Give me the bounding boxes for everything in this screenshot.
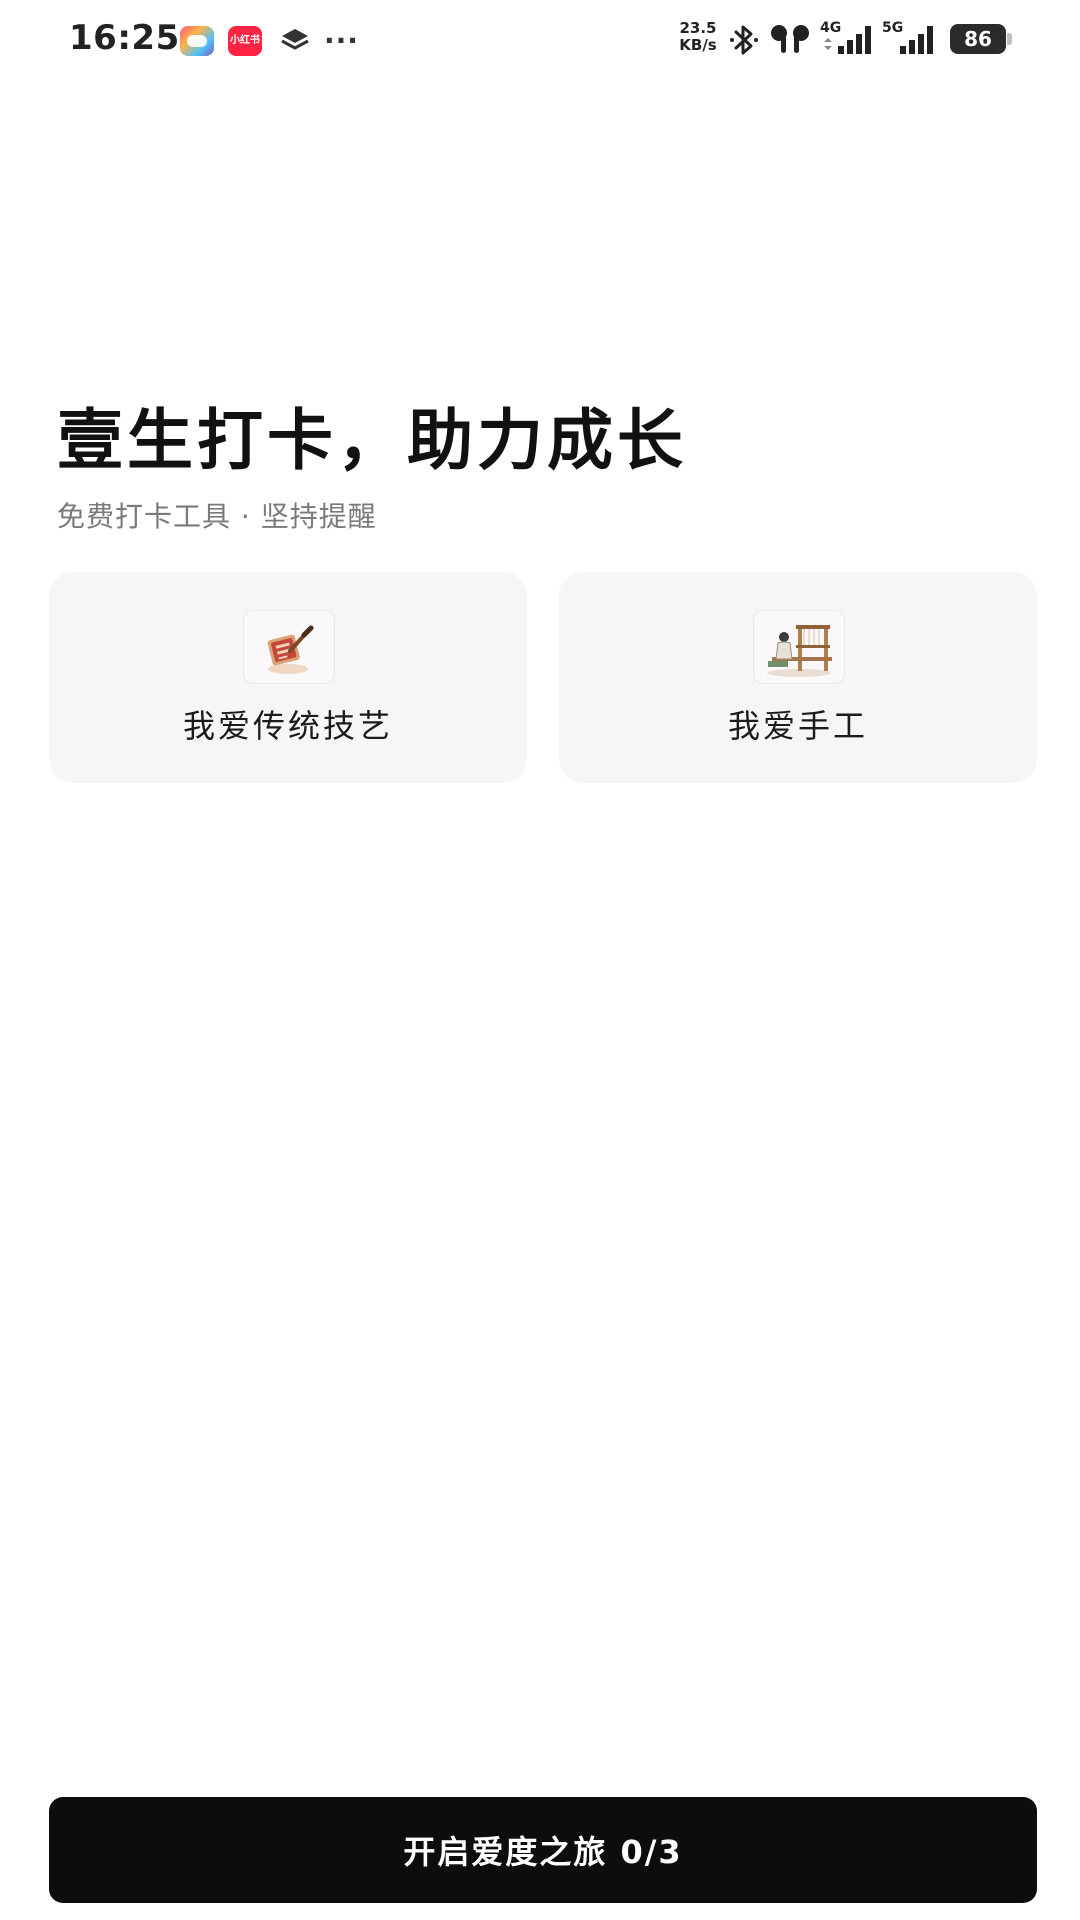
category-label: 我爱传统技艺	[182, 707, 393, 745]
page-subtitle: 免费打卡工具 · 坚持提醒	[57, 500, 377, 533]
layers-icon	[281, 29, 309, 50]
earbuds-icon	[771, 25, 809, 53]
network-speed-unit: KB/s	[679, 36, 717, 54]
more-dots-icon: ···	[324, 24, 359, 57]
game-center-icon	[180, 26, 214, 56]
category-card-handicraft[interactable]: 我爱手工	[559, 572, 1037, 783]
loom-icon	[753, 610, 845, 684]
category-card-traditional-crafts[interactable]: 我爱传统技艺	[49, 572, 527, 783]
network-speed: 23.5 KB/s	[674, 20, 722, 54]
page-title: 壹生打卡，助力成长	[57, 402, 687, 479]
battery-icon: 86	[950, 24, 1006, 54]
category-label: 我爱手工	[727, 707, 868, 745]
start-journey-button[interactable]: 开启爱度之旅 0/3	[49, 1797, 1037, 1903]
bluetooth-icon	[730, 25, 758, 55]
network-speed-value: 23.5	[679, 19, 717, 37]
battery-tip	[1007, 33, 1012, 45]
status-time: 16:25	[69, 18, 180, 58]
signal-5g-icon	[900, 26, 933, 54]
signal-4g-icon	[824, 26, 871, 54]
xiaohongshu-app-icon: 小红书	[228, 26, 262, 56]
status-bar: 16:25 小红书 ··· 23.5 KB/s 4G 5G 86	[0, 0, 1080, 80]
app-screen: 16:25 小红书 ··· 23.5 KB/s 4G 5G 86 壹生打卡，助力…	[0, 0, 1080, 1920]
carving-tool-icon	[243, 610, 335, 684]
